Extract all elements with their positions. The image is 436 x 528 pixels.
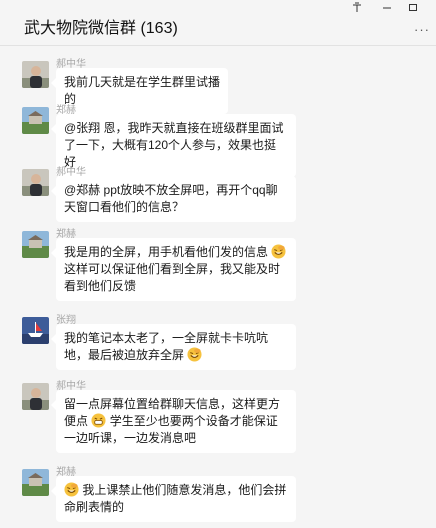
chat-message-list[interactable]: 郝中华 我前几天就是在学生群里试播的 郑赫 @张翔 恩，我昨天就直接在班级群里面…: [0, 47, 436, 528]
maximize-button[interactable]: [406, 2, 420, 14]
message-row: 郑赫 我上课禁止他们随意发消息，他们会拼命刷表情的: [0, 459, 436, 528]
avatar[interactable]: [22, 231, 49, 258]
message-row: 郝中华 留一点屏幕位置给群聊天信息，这样更方便点 学生至少也要两个设备才能保证一…: [0, 373, 436, 457]
message-text: 我上课禁止他们随意发消息，他们会拼命刷表情的: [64, 483, 287, 514]
message-row: 郑赫 我是用的全屏，用手机看他们发的信息 这样可以保证他们看到全屏，我又能及时看…: [0, 221, 436, 305]
title-bar: 武大物院微信群 (163) ···: [0, 0, 436, 46]
avatar[interactable]: [22, 383, 49, 410]
message-row: 郝中华 @郑赫 ppt放映不放全屏吧，再开个qq聊天窗口看他们的信息？: [0, 159, 436, 222]
facepalm-laugh-emoji: [64, 482, 79, 497]
grin-emoji: [91, 413, 106, 428]
avatar[interactable]: [22, 169, 49, 196]
avatar[interactable]: [22, 107, 49, 134]
more-options-button[interactable]: ···: [414, 23, 430, 36]
facepalm-laugh-emoji: [271, 244, 286, 259]
message-bubble[interactable]: 我上课禁止他们随意发消息，他们会拼命刷表情的: [51, 476, 296, 522]
message-row: 郝中华 我前几天就是在学生群里试播的: [0, 51, 436, 114]
message-text: 这样可以保证他们看到全屏，我又能及时看到他们反馈: [64, 262, 281, 293]
chat-title: 武大物院微信群 (163): [24, 20, 178, 37]
message-text: 我是用的全屏，用手机看他们发的信息: [64, 245, 269, 259]
message-row: 张翔 我的笔记本太老了，一全屏就卡卡吭吭地，最后被迫放弃全屏: [0, 307, 436, 370]
message-bubble[interactable]: 我是用的全屏，用手机看他们发的信息 这样可以保证他们看到全屏，我又能及时看到他们…: [51, 238, 296, 301]
avatar[interactable]: [22, 317, 49, 344]
message-text: 我的笔记本太老了，一全屏就卡卡吭吭地，最后被迫放弃全屏: [64, 331, 269, 362]
message-bubble[interactable]: 我的笔记本太老了，一全屏就卡卡吭吭地，最后被迫放弃全屏: [51, 324, 296, 370]
pin-icon[interactable]: [350, 2, 364, 14]
message-bubble[interactable]: @郑赫 ppt放映不放全屏吧，再开个qq聊天窗口看他们的信息？: [51, 176, 296, 222]
facepalm-laugh-emoji: [187, 347, 202, 362]
avatar[interactable]: [22, 61, 49, 88]
message-row: 郑赫 @张翔 恩，我昨天就直接在班级群里面试了一下，大概有120个人参与，效果也…: [0, 97, 436, 177]
minimize-button[interactable]: [380, 2, 394, 14]
avatar[interactable]: [22, 469, 49, 496]
message-bubble[interactable]: 留一点屏幕位置给群聊天信息，这样更方便点 学生至少也要两个设备才能保证一边听课，…: [51, 390, 296, 453]
message-text: @郑赫 ppt放映不放全屏吧，再开个qq聊天窗口看他们的信息？: [64, 183, 278, 214]
